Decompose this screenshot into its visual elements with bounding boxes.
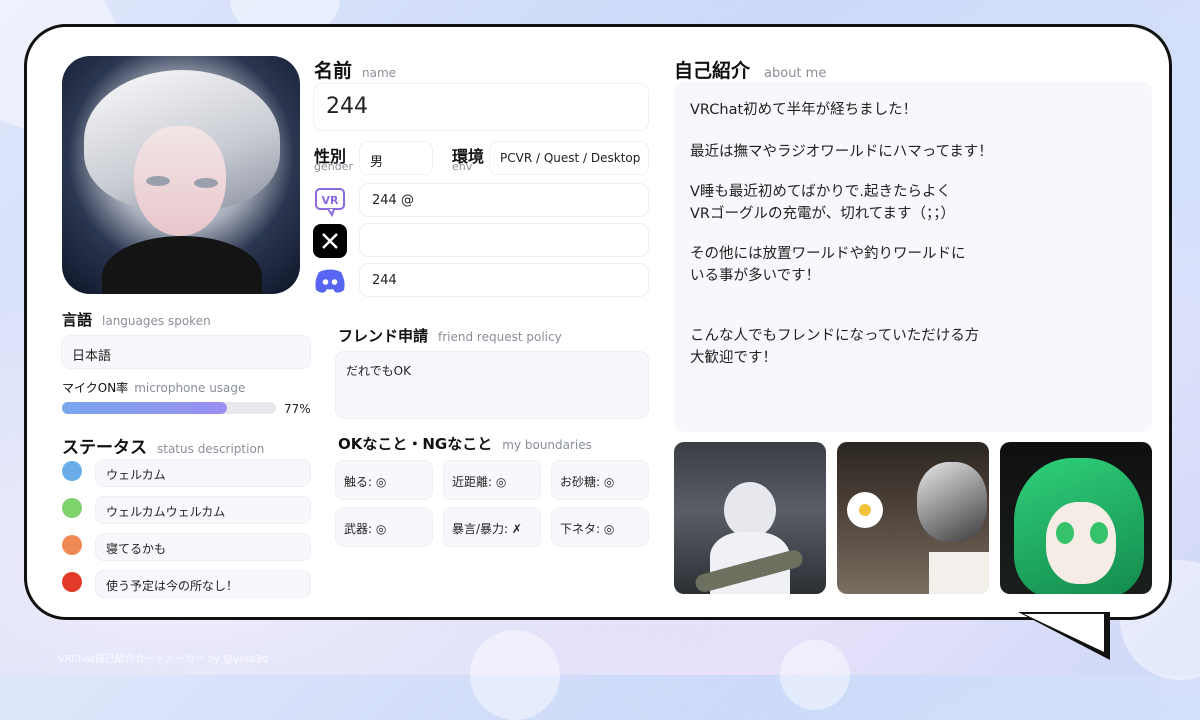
friend-label: フレンド申請 friend request policy	[338, 327, 562, 345]
status-item: 使う予定は今の所なし！	[96, 571, 310, 597]
status-dot-green	[62, 498, 82, 518]
speech-bubble-tail-fill	[1024, 614, 1104, 652]
boundary-item: 触る: ◎	[336, 461, 432, 499]
mic-progress-fill	[62, 402, 227, 414]
friend-field: だれでもOK	[336, 352, 648, 418]
discord-id-field: 244	[360, 264, 648, 296]
about-line: V睡も最近初めてばかりで.起きたらよく	[690, 184, 952, 200]
svg-text:VR: VR	[322, 194, 340, 207]
vrchat-id-field: 244 @	[360, 184, 648, 216]
boundary-item: 近距離: ◎	[444, 461, 540, 499]
x-icon	[313, 224, 347, 258]
name-field: 244	[314, 84, 648, 130]
gender-sub: gender	[314, 160, 353, 173]
about-line: いる事が多いです！	[690, 268, 821, 284]
about-text-box: VRChat初めて半年が経ちました！ 最近は撫マやラジオワールドにハマってます！…	[674, 82, 1152, 432]
about-line: VRChat初めて半年が経ちました！	[690, 102, 918, 118]
x-id-field	[360, 224, 648, 256]
status-label: ステータス status description	[62, 438, 265, 458]
gallery-photo-1	[674, 442, 826, 594]
gallery-photo-2	[837, 442, 989, 594]
mic-percent: 77%	[284, 402, 311, 416]
languages-field: 日本語	[62, 336, 310, 368]
vrchat-icon: VR	[313, 184, 347, 218]
env-sub: env	[452, 160, 473, 173]
boundary-item: お砂糖: ◎	[552, 461, 648, 499]
languages-label: 言語 languages spoken	[62, 311, 211, 329]
background-bubble	[780, 640, 850, 710]
status-item: ウェルカムウェルカム	[96, 497, 310, 523]
languages-value: 日本語	[72, 349, 112, 364]
friend-value: だれでもOK	[346, 364, 411, 378]
discord-id-value: 244	[372, 273, 397, 288]
status-dot-blue	[62, 461, 82, 481]
boundary-item: 武器: ◎	[336, 508, 432, 546]
gallery-photo-3	[1000, 442, 1152, 594]
boundary-item: 暴言/暴力: ✗	[444, 508, 540, 546]
discord-icon	[313, 264, 347, 298]
mic-progress-track	[62, 402, 276, 414]
gender-field: 男	[360, 142, 432, 174]
about-line: 最近は撫マやラジオワールドにハマってます！	[690, 144, 993, 160]
status-item: 寝てるかも	[96, 534, 310, 560]
gender-value: 男	[370, 155, 384, 170]
about-line: こんな人でもフレンドになっていただける方	[690, 328, 980, 344]
name-value: 244	[326, 94, 368, 119]
background-bubble	[470, 630, 560, 720]
vrchat-id-value: 244 @	[372, 193, 414, 208]
boundaries-label: OKなこと・NGなこと my boundaries	[338, 435, 592, 453]
name-label: 名前 name	[314, 60, 397, 82]
env-value: PCVR / Quest / Desktop	[500, 151, 641, 165]
about-line: VRゴーグルの充電が、切れてます（；；）	[690, 206, 956, 222]
about-line: 大歓迎です！	[690, 350, 777, 366]
footer-credit: VRChat自己紹介カードメーカー by @yota3d	[58, 654, 269, 665]
env-field: PCVR / Quest / Desktop	[490, 142, 648, 174]
mic-label: マイクON率 microphone usage	[62, 381, 246, 395]
status-dot-red	[62, 572, 82, 592]
status-dot-orange	[62, 535, 82, 555]
status-item: ウェルカム	[96, 460, 310, 486]
avatar-image	[62, 56, 300, 294]
about-line: その他には放置ワールドや釣りワールドに	[690, 246, 966, 262]
about-label: 自己紹介 about me	[674, 60, 827, 82]
boundary-item: 下ネタ: ◎	[552, 508, 648, 546]
